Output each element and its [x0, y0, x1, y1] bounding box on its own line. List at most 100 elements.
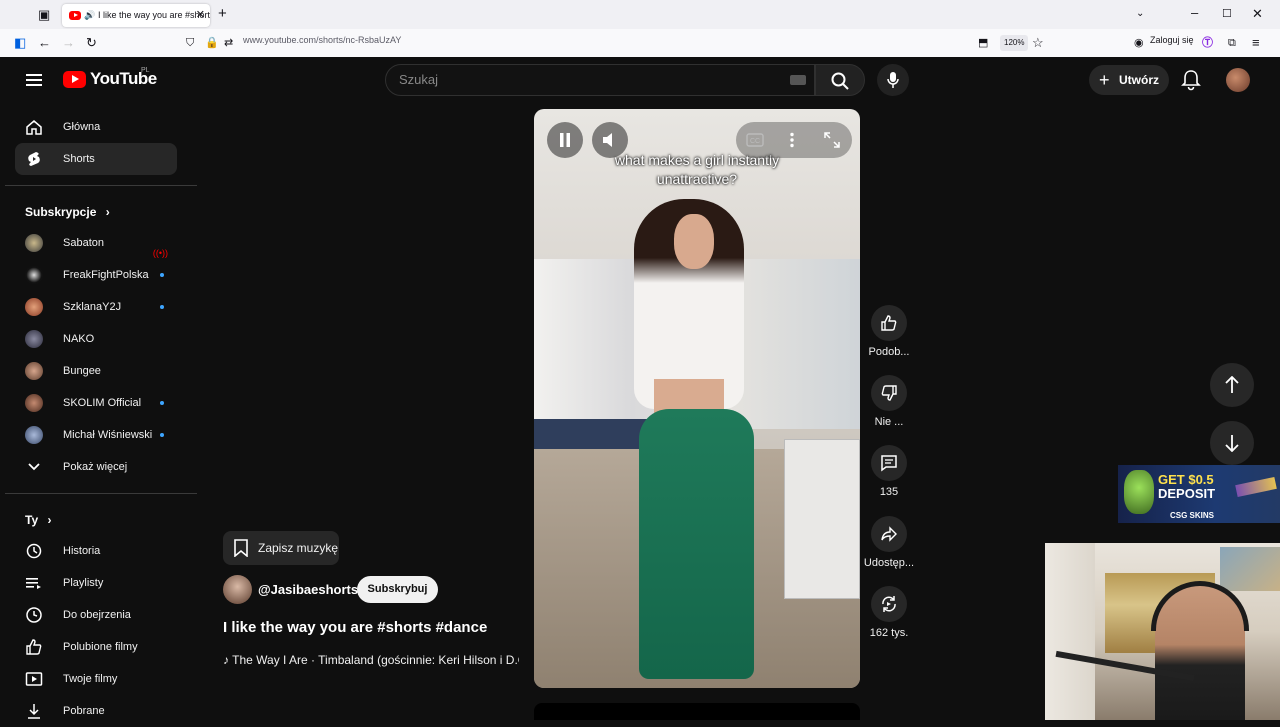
volume-icon — [603, 133, 612, 147]
bookmark-star-icon[interactable]: ☆ — [1032, 35, 1044, 51]
sidebar-item-liked-videos[interactable]: Polubione filmy — [15, 631, 177, 663]
tab-title: I like the way you are #shorts #dance - … — [98, 10, 210, 20]
video-controls-bar: CC — [736, 122, 852, 158]
thumbs-up-icon — [881, 315, 897, 331]
channel-avatar — [25, 298, 43, 316]
sidebar-item-downloads[interactable]: Pobrane — [15, 695, 177, 727]
lock-icon[interactable]: 🔒 — [205, 35, 219, 51]
webcam-overlay — [1045, 543, 1280, 720]
search-input[interactable]: Szukaj — [385, 64, 815, 96]
dislike-button[interactable]: Nie ... — [861, 375, 917, 428]
extensions-icon[interactable]: ⧉ — [1228, 35, 1236, 51]
shorts-icon — [28, 152, 40, 166]
minimize-icon[interactable]: – — [1191, 5, 1198, 21]
shield-icon[interactable]: ⛉ — [186, 35, 194, 51]
arrow-up-icon — [1225, 376, 1239, 393]
sidebar-item-your-videos[interactable]: Twoje filmy — [15, 663, 177, 695]
zoom-level[interactable]: 120% — [1000, 35, 1029, 51]
tab-overview-icon[interactable]: ▣ — [38, 7, 50, 23]
music-note-icon: ♪ — [223, 653, 233, 667]
sidebar-item-watch-later[interactable]: Do obejrzenia — [15, 599, 177, 631]
subscription-freakfightpolska[interactable]: FreakFightPolska — [15, 259, 177, 291]
subscription-skolim-official[interactable]: SKOLIM Official — [15, 387, 177, 419]
you-heading[interactable]: Ty › — [25, 513, 51, 527]
history-icon — [26, 543, 42, 559]
speaker-icon[interactable]: 🔊 — [84, 4, 95, 27]
permissions-icon[interactable]: ⇄ — [224, 35, 233, 51]
save-music-button[interactable]: Zapisz muzykę — [223, 531, 339, 565]
pause-button[interactable] — [547, 122, 583, 158]
channel-name[interactable]: @Jasibaeshorts — [258, 582, 358, 597]
browser-window: ▣ 🔊 I like the way you are #shorts #danc… — [0, 0, 1280, 57]
subscriptions-heading[interactable]: Subskrypcje › — [25, 205, 110, 219]
thumbs-down-icon — [881, 385, 897, 401]
sidebar-item-playlists[interactable]: Playlisty — [15, 567, 177, 599]
keyboard-icon[interactable] — [790, 75, 806, 85]
new-tab-icon[interactable]: + — [218, 6, 227, 22]
previous-short-button[interactable] — [1210, 363, 1254, 407]
captions-icon[interactable]: CC — [746, 133, 764, 147]
new-content-dot — [160, 273, 164, 277]
reader-view-icon[interactable]: ⬒ — [978, 35, 988, 51]
maximize-icon[interactable]: ☐ — [1222, 6, 1232, 22]
subscription-bungee[interactable]: Bungee — [15, 355, 177, 387]
show-more-button[interactable]: Pokaż więcej — [15, 451, 177, 483]
search-button[interactable] — [815, 64, 865, 96]
channel-avatar — [25, 394, 43, 412]
sidebar-toggle-icon[interactable]: ◧ — [14, 35, 26, 51]
fullscreen-icon[interactable] — [824, 132, 840, 148]
subscription-sabaton[interactable]: Sabaton ((•)) — [15, 227, 177, 259]
plus-icon: + — [1099, 70, 1110, 90]
browser-tab[interactable]: 🔊 I like the way you are #shorts #dance … — [62, 4, 210, 27]
share-button[interactable]: Udostęp... — [861, 516, 917, 569]
bookmark-icon — [234, 539, 248, 557]
tab-list-icon[interactable]: ⌄ — [1136, 6, 1144, 22]
url-bar[interactable]: www.youtube.com/shorts/nc-RsbaUzAY — [243, 35, 401, 45]
close-tab-icon[interactable]: ✕ — [196, 4, 205, 27]
youtube-favicon-icon — [69, 11, 81, 20]
sidebar: Główna Shorts Subskrypcje › Sabaton ((•)… — [5, 57, 197, 720]
like-button[interactable]: Podob... — [861, 305, 917, 358]
channel-avatar[interactable] — [223, 575, 252, 604]
volume-button[interactable] — [592, 122, 628, 158]
new-content-dot — [160, 305, 164, 309]
remix-button[interactable]: 162 tys. — [861, 586, 917, 639]
chevron-right-icon: › — [47, 513, 52, 527]
home-icon — [26, 120, 42, 135]
sidebar-item-home[interactable]: Główna — [15, 111, 177, 143]
new-content-dot — [160, 433, 164, 437]
back-icon[interactable]: ← — [38, 35, 51, 51]
notifications-bell-icon[interactable] — [1180, 69, 1202, 91]
window-close-icon[interactable]: ✕ — [1252, 6, 1263, 22]
next-short-button[interactable] — [1210, 421, 1254, 465]
voice-search-button[interactable] — [877, 64, 909, 96]
user-avatar[interactable] — [1226, 68, 1250, 92]
subscription-nako[interactable]: NAKO — [15, 323, 177, 355]
channel-avatar — [25, 266, 43, 284]
more-options-icon[interactable] — [789, 132, 795, 148]
mascot-image — [1124, 470, 1154, 514]
divider — [5, 493, 197, 494]
reload-icon[interactable]: ↻ — [86, 35, 97, 51]
subscription-michal-wisniewski[interactable]: Michał Wiśniewski — [15, 419, 177, 451]
sidebar-item-shorts[interactable]: Shorts — [15, 143, 177, 175]
nav-bar: ◧ ← → ↻ ⛉ 🔒 ⇄ www.youtube.com/shorts/nc-… — [0, 29, 1280, 57]
extension-icon[interactable]: Ⓣ — [1202, 35, 1213, 51]
menu-icon[interactable]: ≡ — [1252, 35, 1260, 51]
create-button[interactable]: + Utwórz — [1089, 65, 1169, 95]
channel-avatar — [25, 362, 43, 380]
comments-button[interactable]: 135 — [861, 445, 917, 498]
short-title[interactable]: I like the way you are #shorts #dance — [223, 619, 487, 636]
short-video-player[interactable]: what makes a girl instantly unattractive… — [534, 109, 860, 688]
remix-icon — [882, 596, 896, 612]
forward-icon[interactable]: → — [62, 35, 75, 51]
login-button[interactable]: Zaloguj się — [1150, 35, 1194, 45]
subscription-szklanay2j[interactable]: SzklanaY2J — [15, 291, 177, 323]
watch-later-icon — [26, 607, 42, 623]
microphone-icon — [887, 72, 899, 88]
next-video-preview — [534, 703, 860, 720]
music-info[interactable]: ♪ The Way I Are · Timbaland (gościnnie: … — [223, 653, 519, 667]
sidebar-item-history[interactable]: Historia — [15, 535, 177, 567]
subscribe-button[interactable]: Subskrybuj — [357, 576, 438, 603]
channel-avatar — [25, 426, 43, 444]
